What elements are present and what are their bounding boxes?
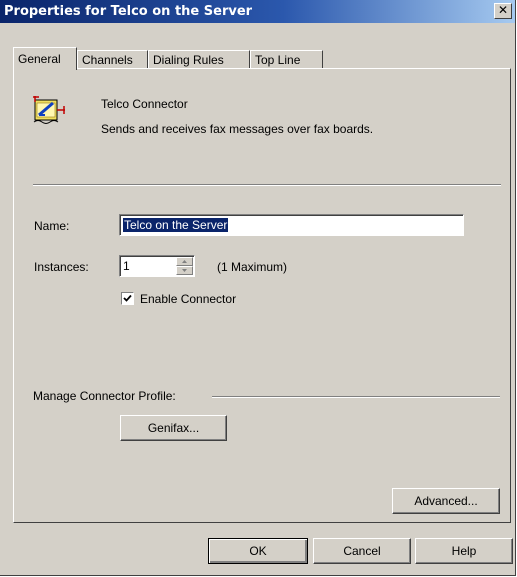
spin-down-button[interactable] bbox=[176, 266, 193, 275]
window-title: Properties for Telco on the Server bbox=[4, 4, 253, 19]
connector-name: Telco Connector bbox=[101, 97, 188, 111]
instances-stepper[interactable]: 1 bbox=[119, 255, 195, 277]
instances-value: 1 bbox=[123, 259, 130, 273]
spin-up-button[interactable] bbox=[176, 257, 193, 266]
cancel-button[interactable]: Cancel bbox=[313, 538, 411, 564]
help-button[interactable]: Help bbox=[415, 538, 513, 564]
genifax-button[interactable]: Genifax... bbox=[120, 415, 227, 441]
enable-connector-checkbox[interactable] bbox=[121, 292, 134, 305]
divider bbox=[33, 184, 501, 186]
tab-dialing-rules[interactable]: Dialing Rules bbox=[148, 50, 250, 69]
advanced-button[interactable]: Advanced... bbox=[392, 488, 500, 514]
enable-connector-label[interactable]: Enable Connector bbox=[140, 292, 236, 306]
name-label: Name: bbox=[34, 219, 70, 233]
close-button[interactable]: ✕ bbox=[494, 3, 512, 19]
close-icon: ✕ bbox=[497, 3, 509, 17]
title-bar[interactable]: Properties for Telco on the Server ✕ bbox=[0, 0, 515, 23]
ok-button[interactable]: OK bbox=[208, 538, 308, 564]
name-field[interactable]: Telco on the Server bbox=[119, 214, 464, 236]
tab-channels[interactable]: Channels bbox=[77, 50, 148, 69]
manage-profile-label: Manage Connector Profile: bbox=[33, 389, 176, 403]
profile-divider bbox=[212, 396, 500, 398]
instances-label: Instances: bbox=[34, 260, 89, 274]
instances-maximum-note: (1 Maximum) bbox=[217, 260, 288, 274]
properties-dialog: Properties for Telco on the Server ✕ Gen… bbox=[0, 0, 516, 576]
telco-connector-icon bbox=[33, 93, 67, 127]
name-field-value: Telco on the Server bbox=[123, 218, 229, 232]
tab-top-line[interactable]: Top Line bbox=[250, 50, 323, 69]
chevron-up-icon bbox=[182, 260, 187, 263]
connector-description: Sends and receives fax messages over fax… bbox=[101, 122, 374, 136]
checkmark-icon bbox=[123, 294, 132, 302]
general-tab-panel bbox=[13, 68, 511, 523]
chevron-down-icon bbox=[182, 269, 187, 272]
